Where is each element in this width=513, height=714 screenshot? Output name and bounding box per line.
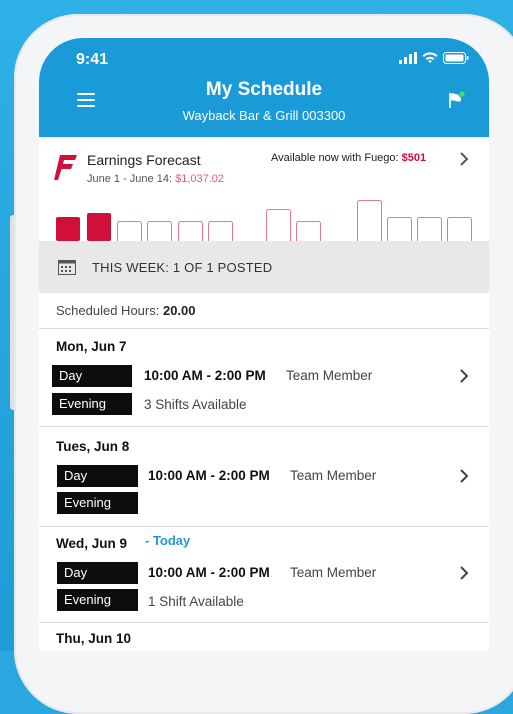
shift-type-day-pill: Day <box>52 365 132 387</box>
earnings-bar <box>296 221 321 241</box>
week-header: THIS WEEK: 1 OF 1 POSTED <box>39 241 489 293</box>
earnings-bar <box>147 221 172 241</box>
earnings-forecast-card[interactable]: Earnings Forecast June 1 - June 14: $1,0… <box>39 137 489 241</box>
scheduled-hours: Scheduled Hours: 20.00 <box>39 293 489 329</box>
shift-type-evening-pill: Evening <box>52 393 132 415</box>
shift-type-day-pill: Day <box>57 562 138 584</box>
shift-time: 10:00 AM - 2:00 PM <box>144 368 266 383</box>
today-indicator: - Today <box>145 533 191 548</box>
location-subtitle: Wayback Bar & Grill 003300 <box>182 108 346 123</box>
chevron-right-icon[interactable] <box>459 368 469 384</box>
earnings-bar <box>266 209 291 241</box>
day-name: Wed, Jun 9 <box>56 536 128 551</box>
signal-icon <box>399 52 417 64</box>
hours-label: Scheduled Hours: 20.00 <box>56 303 196 318</box>
hours-label-text: Scheduled Hours: <box>56 303 160 318</box>
chevron-right-icon[interactable] <box>459 468 469 484</box>
status-icons <box>399 52 469 64</box>
shift-role: Team Member <box>290 468 377 483</box>
shift-type-evening-pill: Evening <box>57 589 138 611</box>
day-name: Mon, Jun 7 <box>56 339 127 354</box>
app-header: 9:41 My Schedule Wayback Bar & Grill 003… <box>39 38 489 137</box>
earnings-bar <box>208 221 233 241</box>
day-name: Tues, Jun 8 <box>56 439 130 454</box>
hours-value: 20.00 <box>162 303 196 318</box>
wifi-icon <box>422 52 438 63</box>
calendar-icon <box>58 260 76 275</box>
earnings-bar <box>56 217 80 241</box>
earnings-bar <box>387 217 412 241</box>
earnings-bar <box>178 221 203 241</box>
shift-type-day-pill: Day <box>57 465 138 487</box>
day-row-mon[interactable]: Mon, Jun 7 Day Evening 10:00 AM - 2:00 P… <box>39 329 489 427</box>
earnings-bar <box>357 200 382 241</box>
chevron-right-icon[interactable] <box>459 565 469 581</box>
shift-time: 10:00 AM - 2:00 PM <box>148 565 270 580</box>
earnings-bar <box>87 213 111 241</box>
earnings-bar <box>417 217 442 241</box>
week-label: THIS WEEK: 1 OF 1 POSTED <box>92 260 273 275</box>
shifts-available: 1 Shift Available <box>148 594 244 609</box>
earnings-bar <box>117 221 142 241</box>
shift-type-evening-pill: Evening <box>57 492 138 514</box>
flag-notification-icon[interactable] <box>447 90 467 110</box>
shift-role: Team Member <box>286 368 373 383</box>
day-row-thu[interactable]: Thu, Jun 10 <box>39 623 489 651</box>
status-time: 9:41 <box>76 51 109 68</box>
earnings-bars <box>56 200 472 241</box>
shift-time: 10:00 AM - 2:00 PM <box>148 468 270 483</box>
page-title: My Schedule <box>205 79 323 100</box>
day-name: Thu, Jun 10 <box>56 631 132 646</box>
phone-screen: 9:41 My Schedule Wayback Bar & Grill 003… <box>39 38 489 651</box>
battery-icon <box>443 52 469 64</box>
day-row-tue[interactable]: Tues, Jun 8 Day Evening 10:00 AM - 2:00 … <box>39 427 489 527</box>
shifts-available: 3 Shifts Available <box>144 397 247 412</box>
shift-role: Team Member <box>290 565 377 580</box>
earnings-bar <box>447 217 472 241</box>
day-row-wed[interactable]: Wed, Jun 9 - Today Day Evening 10:00 AM … <box>39 527 489 623</box>
